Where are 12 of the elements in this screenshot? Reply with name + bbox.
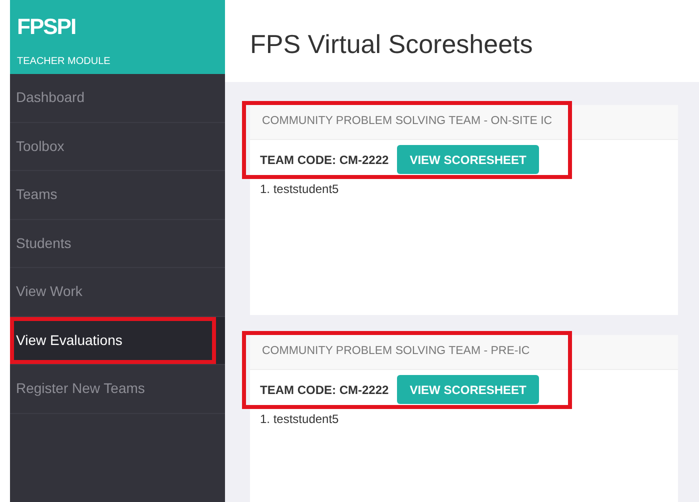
card-title: COMMUNITY PROBLEM SOLVING TEAM - ON-SITE IC [262, 114, 552, 130]
student-name: 1. teststudent5 [260, 411, 340, 428]
nav-item[interactable]: View Evaluations [10, 316, 225, 365]
page-title: FPS Virtual Scoresheets [250, 28, 533, 60]
brand-title: FPSPI [17, 16, 77, 38]
brand-subtitle: TEACHER MODULE [17, 55, 112, 69]
team-code: TEAM CODE: CM-2222 [260, 382, 389, 398]
student-name: 1. teststudent5 [260, 181, 340, 198]
view-scoresheet-button[interactable]: VIEW SCORESHEET [396, 375, 540, 404]
team-code: TEAM CODE: CM-2222 [260, 152, 389, 168]
card-title: COMMUNITY PROBLEM SOLVING TEAM - PRE-IC [262, 344, 530, 360]
view-scoresheet-button[interactable]: VIEW SCORESHEET [396, 145, 540, 174]
